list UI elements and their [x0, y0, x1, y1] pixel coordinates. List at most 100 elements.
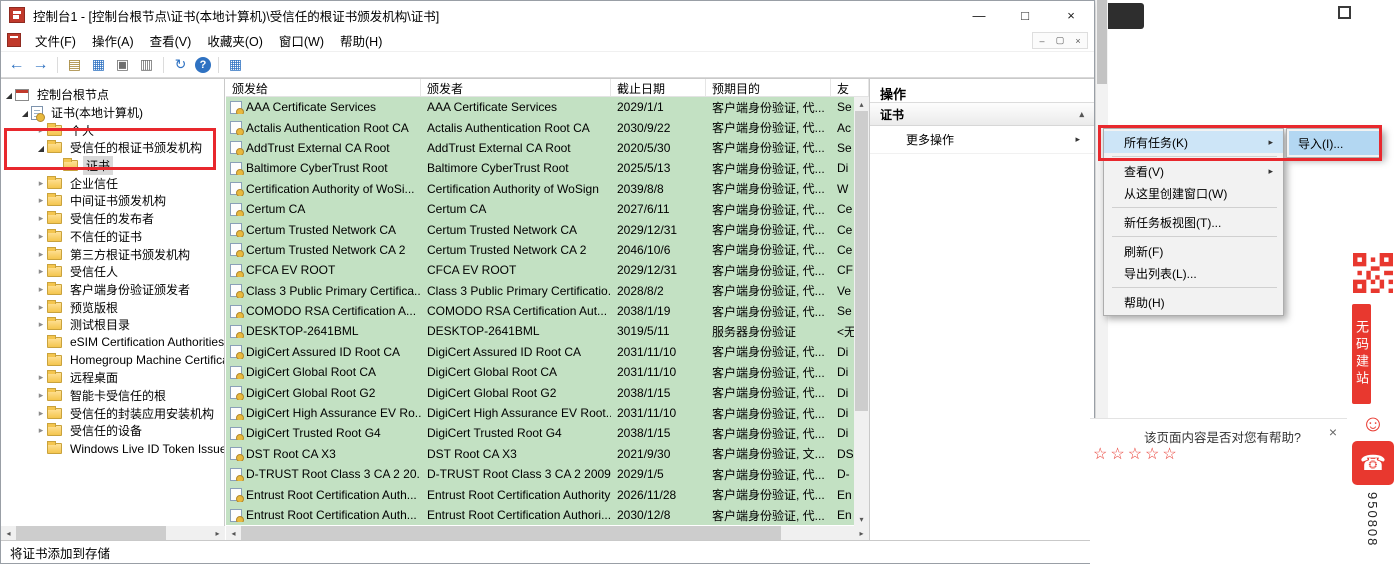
menu-window[interactable]: 窗口(W)	[271, 29, 332, 51]
tree-item[interactable]: 预览版根	[1, 298, 224, 316]
tree-item[interactable]: 受信任人	[1, 263, 224, 281]
mdi-minimize-button[interactable]: –	[1033, 33, 1051, 48]
menu-favorites[interactable]: 收藏夹(O)	[199, 29, 271, 51]
minimize-button[interactable]: —	[956, 1, 1002, 29]
certificate-row[interactable]: DESKTOP-2641BML DESKTOP-2641BML 3019/5/1…	[226, 321, 854, 342]
scrollbar-thumb[interactable]	[16, 526, 166, 540]
column-header-friendly-name[interactable]: 友	[831, 79, 869, 96]
more-actions-item[interactable]: 更多操作 ▸	[870, 126, 1094, 154]
expand-arrow-icon[interactable]	[35, 319, 47, 330]
mdi-close-button[interactable]: ×	[1069, 33, 1087, 48]
phone-icon[interactable]: ☎	[1352, 441, 1394, 485]
context-menu-item[interactable]: 刷新(F) ▸	[1104, 240, 1283, 262]
certificate-row[interactable]: COMODO RSA Certification A... COMODO RSA…	[226, 300, 854, 322]
submenu-item-import[interactable]: 导入(I)...	[1289, 131, 1379, 155]
scroll-right-icon[interactable]: ▸	[210, 529, 225, 538]
context-menu-item[interactable]: 所有任务(K) ▸	[1104, 131, 1283, 153]
tree-item[interactable]: 企业信任	[1, 174, 224, 192]
vertical-banner[interactable]: 无码建站	[1352, 304, 1371, 404]
expand-arrow-icon[interactable]	[35, 125, 47, 136]
expand-arrow-icon[interactable]	[35, 284, 47, 295]
export-document-icon[interactable]: ▤	[65, 55, 84, 74]
expand-arrow-icon[interactable]	[35, 266, 47, 277]
smiley-icon[interactable]: ☺	[1352, 409, 1394, 437]
back-icon[interactable]: ←	[7, 55, 26, 74]
tree-item[interactable]: 控制台根节点	[1, 86, 224, 104]
expand-arrow-icon[interactable]	[35, 372, 47, 383]
expand-arrow-icon[interactable]	[35, 195, 47, 206]
certificate-row[interactable]: Actalis Authentication Root CA Actalis A…	[226, 117, 854, 138]
refresh-icon[interactable]: ↻	[171, 55, 190, 74]
scroll-left-icon[interactable]: ◂	[226, 529, 241, 538]
scrollbar-thumb[interactable]	[241, 526, 781, 540]
tree-item[interactable]: 受信任的发布者	[1, 210, 224, 228]
tree-item[interactable]: 智能卡受信任的根	[1, 387, 224, 405]
certificate-row[interactable]: Entrust Root Certification Auth... Entru…	[226, 504, 854, 526]
column-header-issued-by[interactable]: 颁发者	[421, 79, 611, 96]
certificate-row[interactable]: Certification Authority of WoSi... Certi…	[226, 178, 854, 199]
list-horizontal-scrollbar[interactable]: ◂ ▸	[226, 526, 869, 540]
certificate-row[interactable]: CFCA EV ROOT CFCA EV ROOT 2029/12/31 客户端…	[226, 260, 854, 281]
list-vertical-scrollbar[interactable]: ▴ ▾	[854, 97, 869, 526]
column-header-expiry[interactable]: 截止日期	[611, 79, 706, 96]
context-menu-item[interactable]: 帮助(H) ▸	[1104, 291, 1283, 313]
tree-item[interactable]: 第三方根证书颁发机构	[1, 245, 224, 263]
certificate-row[interactable]: Certum CA Certum CA 2027/6/11 客户端身份验证, 代…	[226, 198, 854, 220]
expand-arrow-icon[interactable]	[35, 249, 47, 260]
context-menu-item[interactable]: 查看(V) ▸	[1104, 160, 1283, 182]
context-menu-item[interactable]: 新任务板视图(T)... ▸	[1104, 211, 1283, 233]
tree-item[interactable]: 测试根目录	[1, 316, 224, 334]
expand-arrow-icon[interactable]	[35, 390, 47, 401]
certificate-row[interactable]: DigiCert Assured ID Root CA DigiCert Ass…	[226, 341, 854, 363]
properties-icon[interactable]: ▥	[137, 55, 156, 74]
view-grid-icon[interactable]: ▦	[226, 55, 245, 74]
tree-item[interactable]: 受信任的根证书颁发机构	[1, 139, 224, 157]
certificate-row[interactable]: AAA Certificate Services AAA Certificate…	[226, 97, 854, 118]
tree-item[interactable]: Homegroup Machine Certifica	[1, 351, 224, 369]
expand-arrow-icon[interactable]	[35, 213, 47, 224]
context-menu-item[interactable]: 导出列表(L)... ▸	[1104, 262, 1283, 284]
help-icon[interactable]: ?	[195, 56, 211, 73]
expand-arrow-icon[interactable]	[35, 178, 47, 189]
scrollbar-thumb[interactable]	[1097, 0, 1107, 84]
tree-item[interactable]: 远程桌面	[1, 369, 224, 387]
tree-horizontal-scrollbar[interactable]: ◂ ▸	[1, 526, 225, 540]
maximize-button[interactable]: □	[1002, 1, 1048, 29]
certificate-row[interactable]: DigiCert Global Root G2 DigiCert Global …	[226, 382, 854, 403]
context-menu-item[interactable]: 从这里创建窗口(W) ▸	[1104, 182, 1283, 204]
menu-help[interactable]: 帮助(H)	[332, 29, 390, 51]
scrollbar-thumb[interactable]	[855, 111, 868, 411]
new-window-icon[interactable]: ▦	[89, 55, 108, 74]
certificate-row[interactable]: Baltimore CyberTrust Root Baltimore Cybe…	[226, 158, 854, 179]
scroll-up-icon[interactable]: ▴	[854, 97, 869, 111]
certificate-row[interactable]: Certum Trusted Network CA Certum Trusted…	[226, 219, 854, 240]
certificate-row[interactable]: DigiCert Trusted Root G4 DigiCert Truste…	[226, 423, 854, 444]
certificate-row[interactable]: DST Root CA X3 DST Root CA X3 2021/9/30 …	[226, 443, 854, 465]
copy-icon[interactable]: ▣	[113, 55, 132, 74]
scroll-down-icon[interactable]: ▾	[854, 512, 869, 526]
scroll-left-icon[interactable]: ◂	[1, 529, 16, 538]
certificate-row[interactable]: Class 3 Public Primary Certifica... Clas…	[226, 280, 854, 301]
expand-arrow-icon[interactable]	[19, 108, 31, 118]
tree-item[interactable]: 受信任的封装应用安装机构	[1, 404, 224, 422]
forward-icon[interactable]: →	[31, 55, 50, 74]
certificate-row[interactable]: Entrust Root Certification Auth... Entru…	[226, 484, 854, 505]
certificate-row[interactable]: Certum Trusted Network CA 2 Certum Trust…	[226, 239, 854, 261]
certificate-row[interactable]: AddTrust External CA Root AddTrust Exter…	[226, 137, 854, 159]
tree-item[interactable]: 中间证书颁发机构	[1, 192, 224, 210]
tree-item[interactable]: eSIM Certification Authorities	[1, 334, 224, 352]
rating-stars[interactable]: ☆☆☆☆☆	[1093, 444, 1180, 464]
expand-arrow-icon[interactable]	[35, 425, 47, 436]
menu-action[interactable]: 操作(A)	[84, 29, 142, 51]
expand-arrow-icon[interactable]	[35, 143, 47, 153]
menu-view[interactable]: 查看(V)	[142, 29, 200, 51]
tree-item[interactable]: 受信任的设备	[1, 422, 224, 440]
certificate-row[interactable]: DigiCert Global Root CA DigiCert Global …	[226, 362, 854, 383]
actions-section-certificates[interactable]: 证书 ▴	[870, 103, 1094, 126]
menu-file[interactable]: 文件(F)	[27, 29, 84, 51]
feedback-close-icon[interactable]: ×	[1329, 424, 1337, 440]
close-button[interactable]: ×	[1048, 1, 1094, 29]
qr-code-icon[interactable]	[1352, 252, 1394, 294]
mdi-restore-button[interactable]: ▢	[1051, 33, 1069, 48]
tree-item[interactable]: 客户端身份验证颁发者	[1, 281, 224, 299]
